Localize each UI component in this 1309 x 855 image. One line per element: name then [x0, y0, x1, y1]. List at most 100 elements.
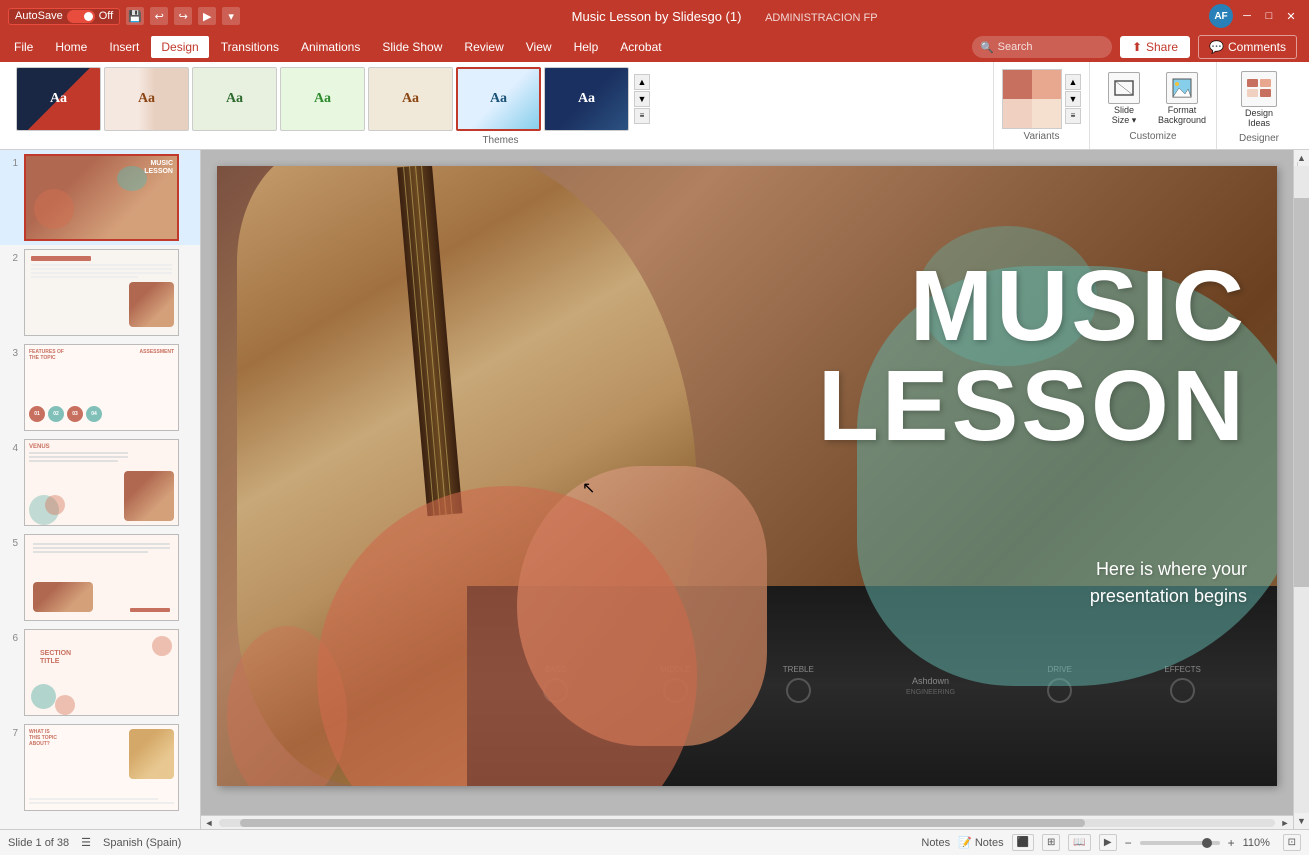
designer-section: Design Ideas Designer	[1217, 62, 1301, 149]
slide-item-4[interactable]: 4 VENUS	[0, 435, 200, 530]
design-ideas-label: Design Ideas	[1237, 109, 1281, 129]
slide-list: 1 MUSICLESSON 2	[0, 150, 200, 829]
maximize-button[interactable]: □	[1259, 6, 1279, 26]
slide-thumb-4: VENUS	[24, 439, 179, 526]
slide-thumb-1: MUSICLESSON	[24, 154, 179, 241]
title-bar-right: AF ─ □ ✕	[1209, 4, 1301, 28]
slide-item-3[interactable]: 3 FEATURES OFTHE TOPIC ASSESSMENT 01 02 …	[0, 340, 200, 435]
view-slide-sorter-icon[interactable]: ⊞	[1042, 834, 1060, 851]
more-icon[interactable]: ▾	[222, 7, 240, 25]
scroll-left-button[interactable]: ◄	[201, 816, 217, 830]
zoom-slider[interactable]	[1140, 841, 1220, 845]
theme-item-4[interactable]: Aa	[280, 67, 365, 131]
zoom-thumb	[1202, 838, 1212, 848]
slide-workspace[interactable]: BASS MIDDLE TREBLE AshdownENGINEERING DR…	[201, 150, 1293, 815]
theme-item-3[interactable]: Aa	[192, 67, 277, 131]
share-label: Share	[1146, 40, 1178, 54]
slide-item-2[interactable]: 2	[0, 245, 200, 340]
design-ideas-button[interactable]: Design Ideas	[1233, 67, 1285, 133]
notes-button[interactable]: Notes	[921, 837, 950, 849]
design-ideas-icon	[1241, 71, 1277, 107]
format-background-button[interactable]: FormatBackground	[1156, 68, 1208, 130]
theme-item-2[interactable]: Aa	[104, 67, 189, 131]
view-normal-icon[interactable]: ⬛	[1012, 834, 1034, 851]
undo-icon[interactable]: ↩	[150, 7, 168, 25]
menu-review[interactable]: Review	[454, 36, 513, 58]
save-icon[interactable]: 💾	[126, 7, 144, 25]
slide-thumb-7: WHAT ISTHIS TOPICABOUT?	[24, 724, 179, 811]
search-box[interactable]: 🔍 Search	[972, 36, 1112, 58]
h-scroll-thumb	[240, 819, 1085, 827]
variants-expand[interactable]: ≡	[1065, 108, 1081, 124]
h-scroll-track[interactable]	[219, 819, 1275, 827]
slide-number-2: 2	[6, 253, 18, 264]
menu-view[interactable]: View	[516, 36, 562, 58]
title-line2: LESSON	[818, 356, 1247, 456]
minimize-button[interactable]: ─	[1237, 6, 1257, 26]
redo-icon[interactable]: ↪	[174, 7, 192, 25]
user-name: ADMINISTRACION FP	[765, 12, 877, 24]
horizontal-scrollbar[interactable]: ◄ ►	[201, 815, 1293, 829]
zoom-level[interactable]: 110%	[1243, 837, 1275, 849]
themes-scroll-up[interactable]: ▲	[634, 74, 650, 90]
comments-button[interactable]: 💬Comments	[1198, 35, 1297, 59]
window-controls: ─ □ ✕	[1237, 6, 1301, 26]
slide-item-6[interactable]: 6 SECTIONTITLE	[0, 625, 200, 720]
theme-item-7[interactable]: Aa	[544, 67, 629, 131]
slide-outline-icon[interactable]: ☰	[81, 836, 91, 849]
title-bar: AutoSave Off 💾 ↩ ↪ ▶ ▾ Music Lesson by S…	[0, 0, 1309, 32]
menu-file[interactable]: File	[4, 36, 43, 58]
fit-slide-icon[interactable]: ⊡	[1283, 834, 1301, 851]
scroll-right-button[interactable]: ►	[1277, 816, 1293, 830]
slide-item-7[interactable]: 7 WHAT ISTHIS TOPICABOUT?	[0, 720, 200, 815]
status-bar: Slide 1 of 38 ☰ Spanish (Spain) Notes 📝 …	[0, 829, 1309, 855]
customize-section: SlideSize ▾ FormatBackground Customize	[1090, 62, 1217, 149]
share-button[interactable]: ⬆Share	[1120, 36, 1190, 58]
notes-label[interactable]: 📝 Notes	[958, 836, 1003, 849]
menu-insert[interactable]: Insert	[99, 36, 149, 58]
close-button[interactable]: ✕	[1281, 6, 1301, 26]
vertical-scrollbar[interactable]: ▲ ▼	[1293, 150, 1309, 829]
format-background-label: FormatBackground	[1158, 106, 1206, 126]
present-icon[interactable]: ▶	[198, 7, 216, 25]
variant-1[interactable]	[1002, 69, 1062, 129]
comments-label: Comments	[1228, 40, 1286, 54]
slide-size-button[interactable]: SlideSize ▾	[1098, 68, 1150, 130]
zoom-in-icon[interactable]: +	[1228, 836, 1235, 850]
menu-slideshow[interactable]: Slide Show	[372, 36, 452, 58]
theme-item-6[interactable]: Aa	[456, 67, 541, 131]
scroll-down-button[interactable]: ▼	[1294, 813, 1309, 829]
slide-panel: 1 MUSICLESSON 2	[0, 150, 201, 829]
autosave-badge[interactable]: AutoSave Off	[8, 8, 120, 25]
variants-scroll-down[interactable]: ▼	[1065, 91, 1081, 107]
theme-item-5[interactable]: Aa	[368, 67, 453, 131]
menu-home[interactable]: Home	[45, 36, 97, 58]
menu-animations[interactable]: Animations	[291, 36, 370, 58]
zoom-out-icon[interactable]: −	[1125, 836, 1132, 850]
slide-number-4: 4	[6, 443, 18, 454]
user-avatar: AF	[1209, 4, 1233, 28]
status-right: Notes 📝 Notes ⬛ ⊞ 📖 ▶ − + 110% ⊡	[921, 834, 1301, 851]
variants-scroll-up[interactable]: ▲	[1065, 74, 1081, 90]
slide-subtitle: Here is where yourpresentation begins	[1090, 556, 1247, 610]
canvas-area: BASS MIDDLE TREBLE AshdownENGINEERING DR…	[201, 150, 1293, 829]
view-reading-icon[interactable]: 📖	[1068, 834, 1090, 851]
title-bar-left: AutoSave Off 💾 ↩ ↪ ▶ ▾	[8, 7, 240, 25]
slide-number-5: 5	[6, 538, 18, 549]
menu-transitions[interactable]: Transitions	[211, 36, 289, 58]
menu-bar: File Home Insert Design Transitions Anim…	[0, 32, 1309, 62]
slide-item-5[interactable]: 5	[0, 530, 200, 625]
theme-item-1[interactable]: Aa	[16, 67, 101, 131]
v-scroll-track[interactable]	[1294, 166, 1309, 813]
slide-item-1[interactable]: 1 MUSICLESSON	[0, 150, 200, 245]
themes-expand[interactable]: ≡	[634, 108, 650, 124]
autosave-toggle[interactable]	[67, 10, 95, 23]
slide-canvas[interactable]: BASS MIDDLE TREBLE AshdownENGINEERING DR…	[217, 166, 1277, 786]
autosave-dot	[84, 12, 93, 21]
slide-title: MUSIC LESSON	[818, 256, 1247, 456]
menu-design[interactable]: Design	[151, 36, 208, 58]
themes-scroll-down[interactable]: ▼	[634, 91, 650, 107]
view-slideshow-icon[interactable]: ▶	[1099, 834, 1117, 851]
menu-help[interactable]: Help	[564, 36, 609, 58]
menu-acrobat[interactable]: Acrobat	[610, 36, 671, 58]
